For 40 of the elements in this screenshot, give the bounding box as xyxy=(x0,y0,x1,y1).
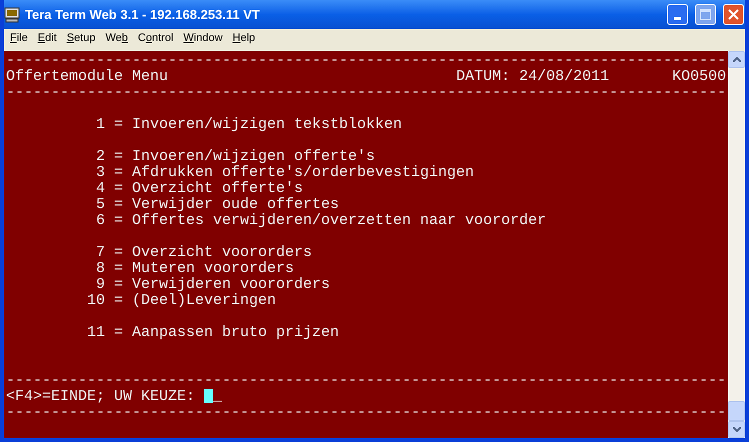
menu-item[interactable]: Window xyxy=(183,30,223,47)
date-label: DATUM: 24/08/2011 xyxy=(456,69,610,85)
close-icon xyxy=(728,9,739,20)
close-button[interactable] xyxy=(723,4,744,25)
scroll-thumb[interactable] xyxy=(728,401,745,421)
menu-item[interactable]: Help xyxy=(232,30,256,47)
menu-option: 11 = Aanpassen bruto prijzen xyxy=(87,325,340,341)
menu-option: 6 = Offertes verwijderen/overzetten naar voororder xyxy=(96,213,546,229)
menu-option: 4 = Overzicht offerte's xyxy=(96,181,304,197)
menu-option: 9 = Verwijderen voororders xyxy=(96,277,330,293)
menu-option: 10 = (Deel)Leveringen xyxy=(87,293,276,309)
scroll-up-button[interactable] xyxy=(728,51,745,68)
terminal-icon xyxy=(4,6,20,22)
menu-option: 5 = Verwijder oude offertes xyxy=(96,197,340,213)
dashed-line: -------------------------------------------------------------------------------- xyxy=(6,53,726,69)
dashed-line: -------------------------------------------------------------------------------- xyxy=(6,85,726,101)
menu-item[interactable]: File xyxy=(10,30,28,47)
window-title: Tera Term Web 3.1 - 192.168.253.11 VT xyxy=(25,6,260,24)
menu-item[interactable]: Control xyxy=(138,30,174,47)
minimize-button[interactable] xyxy=(667,4,688,25)
scrollbar[interactable] xyxy=(728,51,745,438)
menu-option: 7 = Overzicht voororders xyxy=(96,245,312,261)
maximize-icon xyxy=(700,9,711,20)
menu-option: 1 = Invoeren/wijzigen tekstblokken xyxy=(96,117,402,133)
dashed-line: -------------------------------------------------------------------------------- xyxy=(6,373,726,389)
menu-option: 3 = Afdrukken offerte's/orderbevestigingen xyxy=(96,165,474,181)
menu-option: 8 = Muteren voororders xyxy=(96,261,294,277)
minimize-icon xyxy=(674,17,681,20)
menu-option: 2 = Invoeren/wijzigen offerte's xyxy=(96,149,376,165)
scroll-down-button[interactable] xyxy=(728,421,745,438)
dashed-line: -------------------------------------------------------------------------------- xyxy=(6,405,726,421)
menu-item[interactable]: Setup xyxy=(66,30,96,47)
maximize-button[interactable] xyxy=(695,4,716,25)
input-field[interactable]: _ xyxy=(204,389,222,405)
program-code: KO0500 xyxy=(672,69,726,85)
screen-title: Offertemodule Menu xyxy=(6,69,170,85)
menu-item[interactable]: Web xyxy=(105,30,128,47)
menu-item[interactable]: Edit xyxy=(38,30,57,47)
prompt-text: <F4>=EINDE; UW KEUZE: xyxy=(6,389,196,405)
cursor xyxy=(204,389,214,404)
